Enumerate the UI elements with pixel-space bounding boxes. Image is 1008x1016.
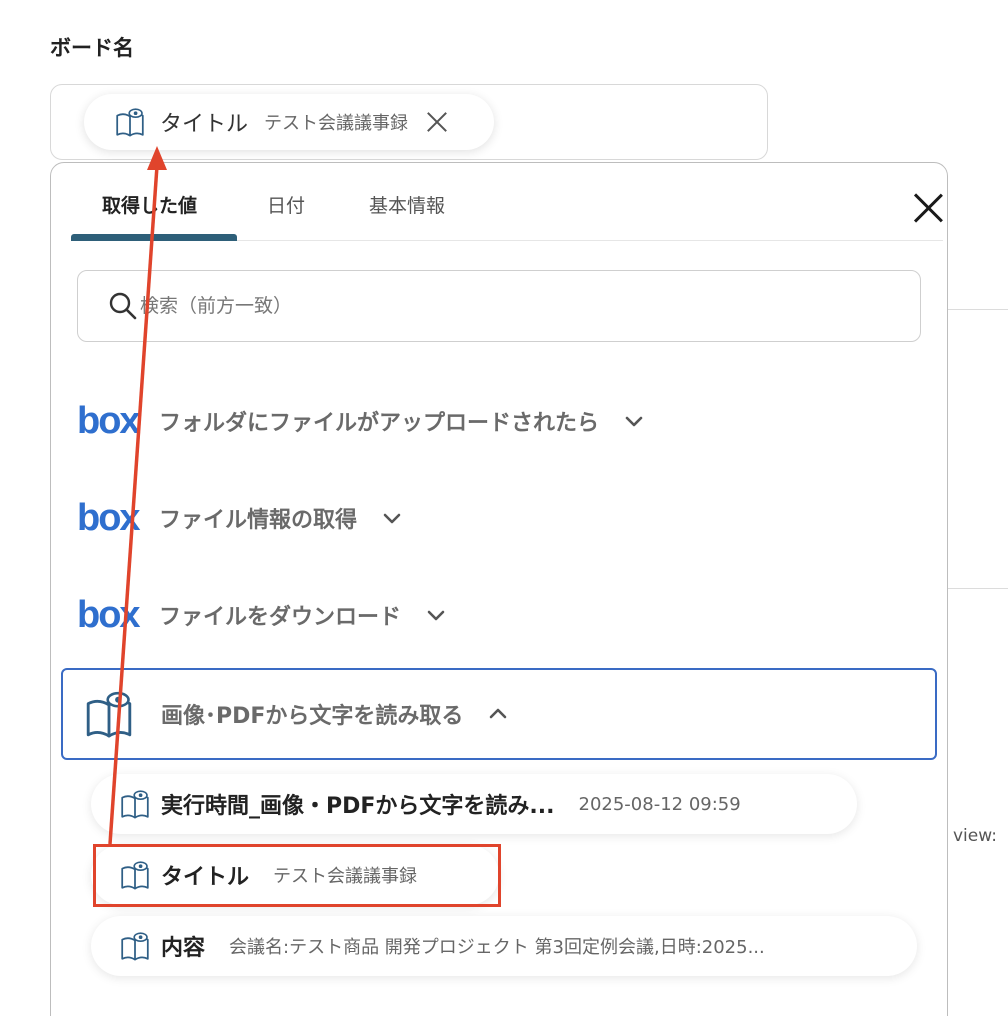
item-value: 会議名:テスト商品 開発プロジェクト 第3回定例会議,日時:2025...	[229, 937, 765, 958]
chip-title: タイトル	[160, 112, 249, 137]
item-value: 2025-08-12 09:59	[578, 793, 741, 815]
search-input[interactable]	[140, 295, 900, 317]
selected-value-chip[interactable]: タイトル テスト会議議事録	[84, 94, 494, 150]
chip-remove-icon[interactable]	[424, 109, 450, 135]
tab-bar: 取得した値 日付 基本情報	[71, 163, 943, 241]
section-label: 画像･PDFから文字を読み取る	[161, 704, 464, 729]
item-title: 実行時間_画像・PDFから文字を読み...	[161, 794, 555, 819]
chevron-down-icon	[623, 410, 645, 432]
close-icon[interactable]	[913, 193, 943, 223]
background-text: view:	[953, 826, 997, 846]
section-box-file-download[interactable]: box ファイルをダウンロード	[77, 583, 937, 647]
section-label: ファイル情報の取得	[159, 508, 358, 533]
box-logo: box	[77, 496, 141, 539]
search-box[interactable]	[77, 270, 921, 342]
section-label: フォルダにファイルがアップロードされたら	[159, 411, 600, 436]
section-label: ファイルをダウンロード	[159, 605, 402, 630]
chip-value: テスト会議議事録	[264, 113, 409, 134]
chevron-down-icon	[381, 507, 403, 529]
value-item-exec-time[interactable]: 実行時間_画像・PDFから文字を読み... 2025-08-12 09:59	[91, 774, 857, 834]
box-logo: box	[77, 399, 141, 442]
chevron-down-icon	[425, 604, 447, 626]
chevron-up-icon	[487, 703, 509, 725]
section-box-folder-upload[interactable]: box フォルダにファイルがアップロードされたら	[77, 389, 937, 453]
tab-basic-info[interactable]: 基本情報	[369, 191, 445, 218]
board-name-label: ボード名	[50, 36, 134, 60]
active-tab-indicator	[71, 234, 237, 241]
ocr-book-icon	[119, 788, 151, 820]
tab-date[interactable]: 日付	[267, 191, 305, 218]
ocr-book-icon	[83, 688, 135, 740]
section-box-file-info[interactable]: box ファイル情報の取得	[77, 486, 937, 550]
background-divider	[948, 309, 1008, 310]
tab-acquired-values[interactable]: 取得した値	[102, 191, 197, 218]
ocr-book-icon	[114, 106, 146, 138]
value-item-content[interactable]: 内容 会議名:テスト商品 開発プロジェクト 第3回定例会議,日時:2025...	[91, 916, 917, 976]
item-title: 内容	[161, 936, 206, 961]
ocr-book-icon	[119, 930, 151, 962]
annotation-highlight-box	[93, 844, 501, 907]
box-logo: box	[77, 593, 141, 636]
background-divider	[948, 588, 1008, 589]
section-ocr-read-text[interactable]: 画像･PDFから文字を読み取る	[61, 668, 937, 760]
search-icon	[109, 292, 137, 320]
